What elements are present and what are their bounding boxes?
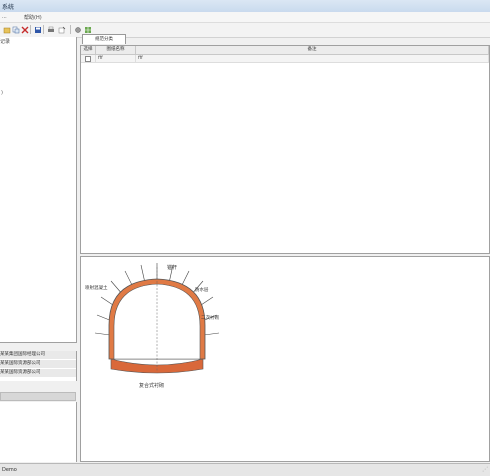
- print-icon[interactable]: [46, 25, 56, 35]
- status-text: Demo: [2, 467, 17, 473]
- tree-pane[interactable]: 记录 ): [0, 37, 77, 343]
- menu-item-help[interactable]: 帮助(H): [24, 14, 42, 21]
- list-item[interactable]: 某某集团国际经理公司: [0, 351, 76, 360]
- cell-name: fff: [96, 55, 136, 62]
- label-waterproof: 防水层: [195, 286, 209, 293]
- delete-icon[interactable]: [20, 25, 30, 35]
- column-note[interactable]: 备注: [136, 46, 489, 54]
- status-bar: Demo ⋰: [0, 463, 490, 476]
- list-item[interactable]: 某某国际资源部公司: [0, 369, 76, 378]
- left-scrollbar[interactable]: [0, 392, 76, 401]
- tree-root-label[interactable]: 记录: [0, 38, 10, 45]
- tree-item[interactable]: ): [1, 90, 3, 96]
- row-checkbox[interactable]: [85, 56, 91, 62]
- column-name[interactable]: 图纸名称: [96, 46, 136, 54]
- label-shotcrete: 喷射混凝土: [85, 284, 108, 291]
- table-row[interactable]: fff fff: [81, 55, 489, 63]
- label-anchor: 锚杆: [167, 264, 177, 271]
- drawing-preview: 锚杆 喷射混凝土 防水层 二次衬砌 复合式衬砌: [80, 256, 490, 462]
- column-select[interactable]: 选择: [81, 46, 96, 54]
- tab-strip: 规范分类: [78, 33, 490, 45]
- drawing-grid: 选择 图纸名称 备注 fff fff: [80, 45, 490, 254]
- label-composite-lining: 复合式衬砌: [139, 382, 164, 389]
- company-list: 某某集团国际经理公司 某某国际资源部公司 某某国际资源部公司: [0, 351, 77, 381]
- export-icon[interactable]: [57, 25, 67, 35]
- left-empty-panel: [0, 402, 77, 462]
- window-title: 系统: [2, 4, 15, 11]
- list-item[interactable]: 某某国际资源部公司: [0, 360, 76, 369]
- grid-header: 选择 图纸名称 备注: [81, 46, 489, 55]
- resize-grip-icon[interactable]: ⋰: [482, 466, 488, 473]
- save-icon[interactable]: [33, 25, 43, 35]
- tab-spec-category[interactable]: 规范分类: [82, 34, 126, 44]
- label-secondary-lining: 二次衬砌: [201, 314, 219, 321]
- menu-bar: ... 帮助(H): [0, 12, 490, 23]
- tunnel-lining-diagram: 锚杆 喷射混凝土 防水层 二次衬砌 复合式衬砌: [83, 259, 227, 393]
- menu-item-file[interactable]: ...: [2, 14, 7, 20]
- cell-note: fff: [136, 55, 489, 62]
